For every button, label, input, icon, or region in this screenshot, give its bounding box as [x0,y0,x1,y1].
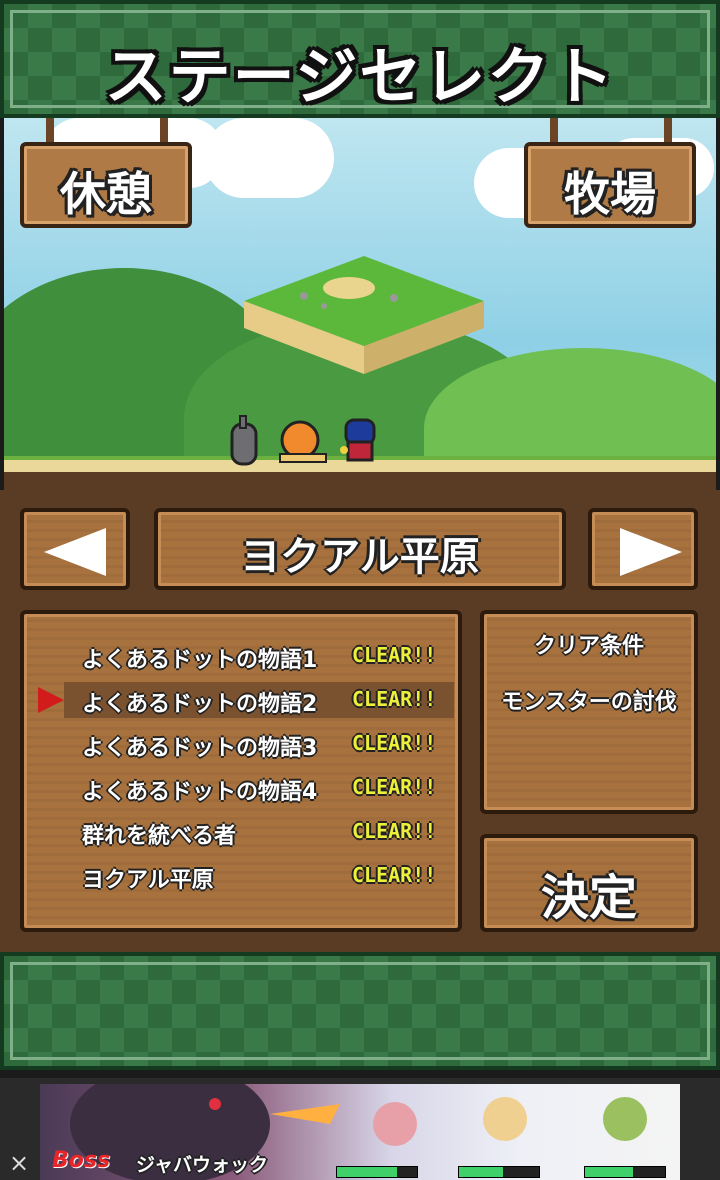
snail-sprite [279,420,327,463]
stage-list-item-name: よくあるドットの物語2 [82,692,318,717]
decide-button-label: 決定 [540,870,637,926]
stage-list-item[interactable]: よくあるドットの物語2 CLEAR!! [64,682,454,718]
sign-rope [160,118,168,144]
sign-rope [46,118,54,144]
clear-condition-text: モンスターの討伐 [501,690,677,715]
rest-sign-label: 休憩 [60,167,152,221]
decide-button[interactable]: 決定 [480,834,698,932]
clear-condition-title: クリア条件 [533,634,644,659]
stage-select-panel: ヨクアル平原 よくあるドットの物語1 CLEAR!! よくあるドットの物語2 CLEA… [0,490,720,952]
hp-bar [584,1166,666,1178]
stage-list-item-name: 群れを統べる者 [82,824,237,849]
footer-bar [0,952,720,1070]
stage-list-item[interactable]: ヨクアル平原 CLEAR!! [64,858,454,894]
ground-soil [4,472,716,490]
prev-stage-button[interactable] [20,508,130,590]
ad-banner[interactable]: Boss ジャバウォック [40,1084,680,1180]
hero-sprite [340,418,376,462]
page-title: ステージセレクト [104,40,616,113]
stage-list-item-name: ヨクアル平原 [82,868,214,893]
next-stage-button[interactable] [588,508,698,590]
rest-sign-button[interactable]: 休憩 [20,142,192,228]
ad-area: × Boss ジャバウォック [0,1078,720,1180]
ranch-sign-label: 牧場 [564,167,656,221]
clear-condition-box: クリア条件 モンスターの討伐 [480,610,698,814]
header-bar: ステージセレクト [0,0,720,118]
left-triangle-icon [44,528,106,576]
cloud [204,118,334,198]
stage-list-item[interactable]: よくあるドットの物語4 CLEAR!! [64,770,454,806]
sign-rope [550,118,558,144]
hp-bar [458,1166,540,1178]
gray-creature-sprite [230,415,258,466]
stage-clear-badge: CLEAR!! [352,775,437,799]
stage-name: ヨクアル平原 [240,534,480,580]
stage-clear-badge: CLEAR!! [352,731,437,755]
stage-list-item[interactable]: よくあるドットの物語3 CLEAR!! [64,726,454,762]
ranch-sign-button[interactable]: 牧場 [524,142,696,228]
stage-name-box: ヨクアル平原 [154,508,566,590]
ad-boss-name: ジャバウォック [136,1154,269,1176]
footer-inner-border [10,962,710,1060]
stage-preview-scene: 休憩 牧場 [4,118,716,490]
close-ad-icon[interactable]: × [4,1148,34,1178]
stage-list-item-name: よくあるドットの物語1 [82,648,318,673]
stage-clear-badge: CLEAR!! [352,643,437,667]
hp-bar [336,1166,418,1178]
sign-rope [664,118,672,144]
stage-list-item-name: よくあるドットの物語3 [82,736,318,761]
stage-list: よくあるドットの物語1 CLEAR!! よくあるドットの物語2 CLEAR!! よくある… [20,610,462,932]
stage-list-item[interactable]: よくあるドットの物語1 CLEAR!! [64,638,454,674]
ad-boss-label: Boss [52,1148,111,1173]
stage-clear-badge: CLEAR!! [352,863,437,887]
stage-clear-badge: CLEAR!! [352,819,437,843]
stage-list-item[interactable]: 群れを統べる者 CLEAR!! [64,814,454,850]
stage-clear-badge: CLEAR!! [352,687,437,711]
stage-list-item-name: よくあるドットの物語4 [82,780,318,805]
right-triangle-icon [620,528,682,576]
selection-cursor-icon [38,687,64,713]
floating-island [244,256,484,374]
